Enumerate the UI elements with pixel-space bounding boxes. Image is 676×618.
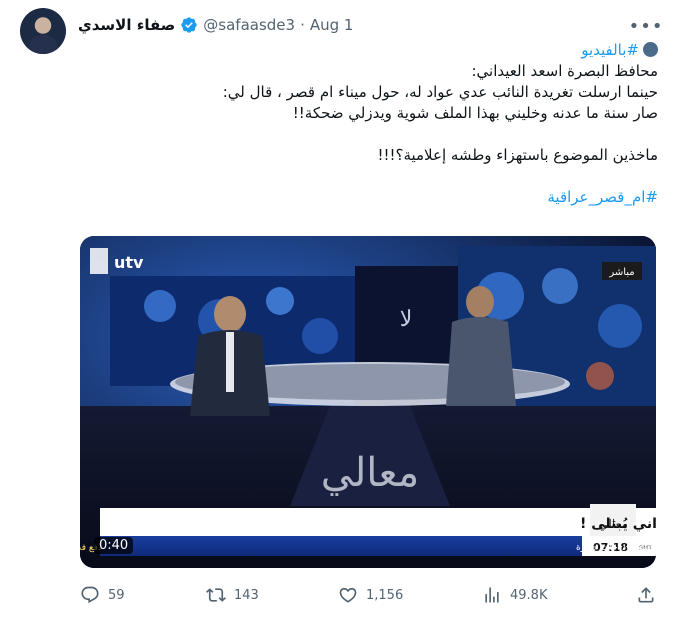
text-line: صار سنة ما عدنه وخليني بهذا الملف شوية و… [292,104,658,122]
action-bar: 59 143 1,156 49.8K [80,582,656,608]
retweet-count: 143 [234,587,259,603]
live-badge: مباشر [608,267,634,278]
heart-icon [339,587,357,603]
author-handle[interactable]: @safaasde3 [203,16,295,34]
like-count: 1,156 [366,587,404,603]
text-line: حينما ارسلت تغريدة النائب عدي عواد له، ح… [222,83,658,101]
like-button[interactable]: 1,156 [338,585,403,605]
verified-badge-icon [181,17,197,33]
reply-count: 59 [108,587,125,603]
separator-dot: · [300,16,305,34]
video-ticker: 7 محافظات عراقية تتخطى حاجز 50 مئوية وال… [576,543,656,553]
video-frame: ﻻ معالي utv مباشر معالي صدام ي [80,236,656,568]
retweet-button[interactable]: 143 [206,585,259,605]
share-button[interactable] [636,585,656,605]
channel-logo: utv [114,253,144,272]
text-line: ماخذين الموضوع باستهزاء وطشه إعلامية؟!!! [377,146,658,164]
more-dots-icon: ••• [628,15,664,37]
views-button[interactable]: 49.8K [482,585,547,605]
globe-emoji-icon [643,42,658,57]
program-logo-top: ﻻ [400,307,413,332]
text-line: محافظ البصرة اسعد العيداني: [471,62,658,80]
hashtag-video[interactable]: #بالفيديو [581,41,639,59]
tweet-text: #بالفيديو محافظ البصرة اسعد العيداني: حي… [58,40,658,208]
views-chart-icon [485,587,499,603]
share-icon [638,587,654,603]
text-line: #ام_قصر_عراقية [58,187,658,208]
video-duration: 0:40 [94,537,134,554]
video-player[interactable]: ﻻ معالي utv مباشر معالي صدام ي [80,236,656,568]
program-logo-desk: معالي [321,450,419,496]
reply-icon [81,586,99,604]
retweet-icon [206,588,226,602]
tweet-date[interactable]: Aug 1 [310,16,354,34]
tweet: صفاء الاسدي @safaasde3 · Aug 1 ••• #بالف… [0,0,676,618]
reply-button[interactable]: 59 [80,585,125,605]
video-headline: صدام يتنازل والعيداني يُبتلى ! [580,516,656,532]
views-count: 49.8K [510,587,548,603]
text-line: #بالفيديو [58,40,658,61]
more-options-button[interactable]: ••• [629,12,663,40]
hashtag-umm-qasr[interactable]: #ام_قصر_عراقية [547,188,658,206]
author-display-name[interactable]: صفاء الاسدي [78,16,175,34]
author-row: صفاء الاسدي @safaasde3 · Aug 1 [78,16,353,34]
